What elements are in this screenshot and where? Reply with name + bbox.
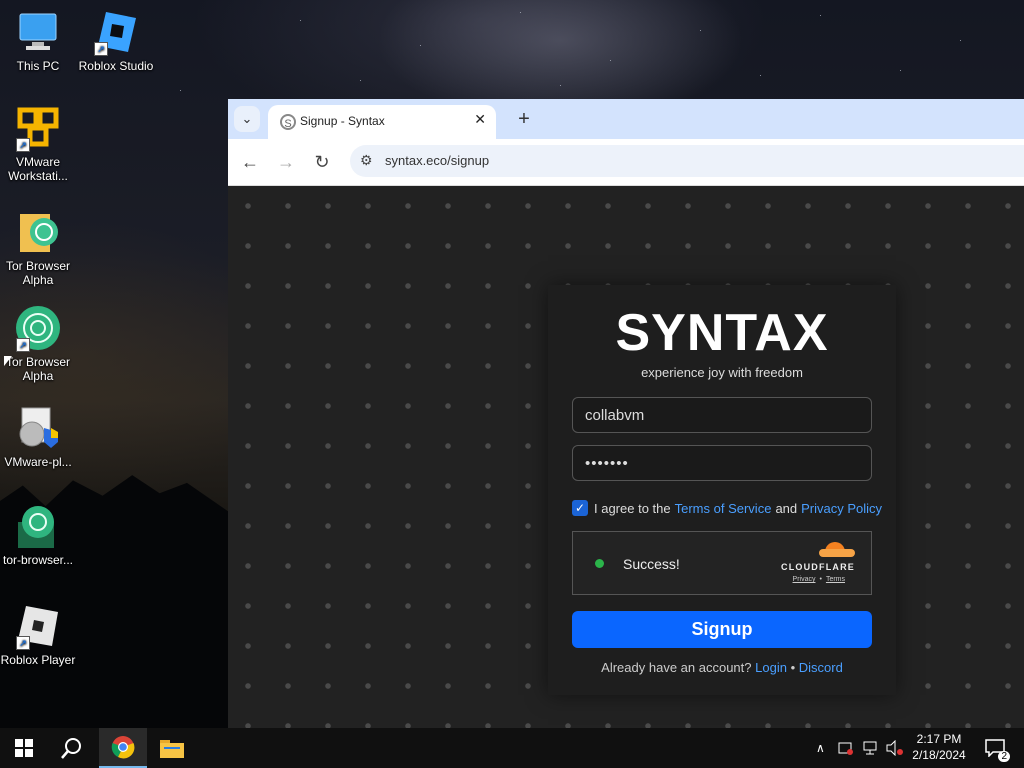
shortcut-arrow-icon: ↗ (16, 338, 30, 352)
roblox-player-icon: ↗ (14, 602, 62, 650)
tab-title: Signup - Syntax (300, 114, 385, 128)
desktop-icon-label: This PC (16, 59, 60, 73)
security-tray-icon[interactable] (838, 728, 854, 768)
notification-center-button[interactable]: 2 (982, 728, 1010, 768)
login-link[interactable]: Login (755, 660, 787, 675)
tor-installer-icon (14, 502, 62, 550)
cloudflare-captcha-widget[interactable]: Success! CLOUDFLARE Privacy • Terms (572, 531, 872, 595)
desktop-icon-roblox-player[interactable]: ↗ Roblox Player (0, 602, 76, 667)
tor-folder-icon (14, 208, 62, 256)
shortcut-arrow-icon: ↗ (94, 42, 108, 56)
cloudflare-brand: CLOUDFLARE (781, 562, 855, 572)
system-clock[interactable]: 2:17 PM 2/18/2024 (908, 731, 970, 763)
captcha-status: Success! (623, 556, 680, 572)
address-url[interactable]: syntax.eco/signup (385, 153, 489, 168)
search-icon (61, 738, 81, 759)
chevron-down-icon: ⌄ (241, 111, 253, 126)
mouse-cursor-icon (4, 356, 12, 366)
desktop-icon-tor-browser[interactable]: ↗ Tor Browser Alpha (0, 304, 76, 383)
desktop-icon-label: VMware Workstati... (8, 155, 68, 183)
show-hidden-icons-button[interactable]: ∧ (816, 728, 825, 768)
captcha-terms-link[interactable]: Terms (826, 576, 845, 583)
clock-date: 2/18/2024 (912, 748, 966, 762)
shortcut-arrow-icon: ↗ (16, 138, 30, 152)
arrow-right-icon: → (277, 152, 295, 172)
forward-button[interactable]: → (273, 149, 299, 175)
desktop-icon-roblox-studio[interactable]: ↗ Roblox Studio (78, 8, 154, 73)
desktop-icon-label: Roblox Studio (78, 59, 154, 73)
site-settings-icon[interactable]: ⚙ (360, 152, 373, 169)
agree-prefix: I agree to the (594, 500, 671, 516)
syntax-favicon-icon: S (280, 114, 296, 130)
agree-and: and (775, 500, 798, 516)
tor-browser-icon: ↗ (14, 304, 62, 352)
desktop-icon-label: tor-browser... (2, 553, 74, 567)
privacy-policy-link[interactable]: Privacy Policy (801, 501, 882, 516)
browser-toolbar: ← → ↻ ⚙ syntax.eco/signup (228, 139, 1024, 186)
page-viewport: SYNTAX experience joy with freedom ✓ I a… (228, 186, 1024, 728)
signup-card: SYNTAX experience joy with freedom ✓ I a… (548, 285, 896, 695)
tab-strip: ⌄ S Signup - Syntax ✕ + (228, 99, 1024, 139)
windows-logo-icon (15, 739, 33, 757)
desktop-icon-label: Tor Browser Alpha (5, 259, 70, 287)
password-input[interactable] (572, 445, 872, 481)
taskbar-file-explorer-button[interactable] (148, 728, 196, 768)
desktop-icon-tor-folder[interactable]: Tor Browser Alpha (0, 208, 76, 287)
notification-count: 2 (998, 751, 1010, 762)
desktop-icon-vmware[interactable]: ↗ VMware Workstati... (0, 104, 76, 183)
username-input[interactable] (572, 397, 872, 433)
already-text: Already have an account? (601, 660, 752, 675)
folder-icon (160, 740, 184, 758)
volume-muted-icon[interactable] (886, 728, 904, 768)
reload-button[interactable]: ↻ (309, 149, 335, 175)
success-dot-icon (595, 559, 604, 568)
tab-close-button[interactable]: ✕ (474, 111, 486, 128)
installer-icon (14, 404, 62, 452)
discord-link[interactable]: Discord (799, 660, 843, 675)
dot-separator: • (790, 660, 796, 675)
start-button[interactable] (0, 728, 48, 768)
monitor-icon (14, 8, 62, 56)
login-prompt: Already have an account? Login • Discord (548, 660, 896, 675)
arrow-left-icon: ← (241, 152, 259, 172)
tab-search-dropdown-button[interactable]: ⌄ (234, 106, 260, 132)
terms-of-service-link[interactable]: Terms of Service (675, 501, 772, 516)
shortcut-arrow-icon: ↗ (16, 636, 30, 650)
terms-agreement: ✓ I agree to the Terms of Service and Pr… (572, 500, 886, 516)
agree-checkbox[interactable]: ✓ (572, 500, 588, 516)
cloudflare-cloud-icon (819, 542, 855, 558)
address-bar[interactable]: ⚙ syntax.eco/signup (350, 145, 1024, 177)
captcha-privacy-link[interactable]: Privacy (793, 576, 816, 583)
desktop-icon-label: VMware-pl... (4, 455, 72, 469)
vmware-icon: ↗ (14, 104, 62, 152)
desktop-icon-label: Tor Browser Alpha (5, 355, 70, 383)
tagline: experience joy with freedom (641, 365, 803, 380)
tab-signup[interactable]: S Signup - Syntax ✕ (268, 105, 496, 139)
new-tab-button[interactable]: + (511, 106, 537, 132)
clock-time: 2:17 PM (916, 732, 962, 746)
syntax-logo: SYNTAX (615, 304, 829, 362)
taskbar: ∧ 2:17 PM 2/18/2024 2 (0, 728, 1024, 768)
desktop-icon-this-pc[interactable]: This PC (0, 8, 76, 73)
roblox-studio-icon: ↗ (92, 8, 140, 56)
captcha-links: Privacy • Terms (789, 576, 849, 583)
browser-window: ⌄ S Signup - Syntax ✕ + ← → ↻ ⚙ syntax.e… (228, 99, 1024, 728)
reload-icon: ↻ (314, 152, 330, 172)
chevron-up-icon: ∧ (816, 741, 825, 755)
chrome-icon (111, 736, 135, 759)
desktop-icon-vmware-installer[interactable]: VMware-pl... (0, 404, 76, 469)
network-icon[interactable] (862, 728, 878, 768)
signup-button[interactable]: Signup (572, 611, 872, 648)
back-button[interactable]: ← (237, 149, 263, 175)
desktop-icon-tor-installer[interactable]: tor-browser... (0, 502, 76, 567)
search-button[interactable] (48, 728, 96, 768)
taskbar-chrome-button[interactable] (99, 728, 147, 768)
desktop-icon-label: Roblox Player (0, 653, 76, 667)
captcha-link-separator: • (819, 576, 822, 583)
